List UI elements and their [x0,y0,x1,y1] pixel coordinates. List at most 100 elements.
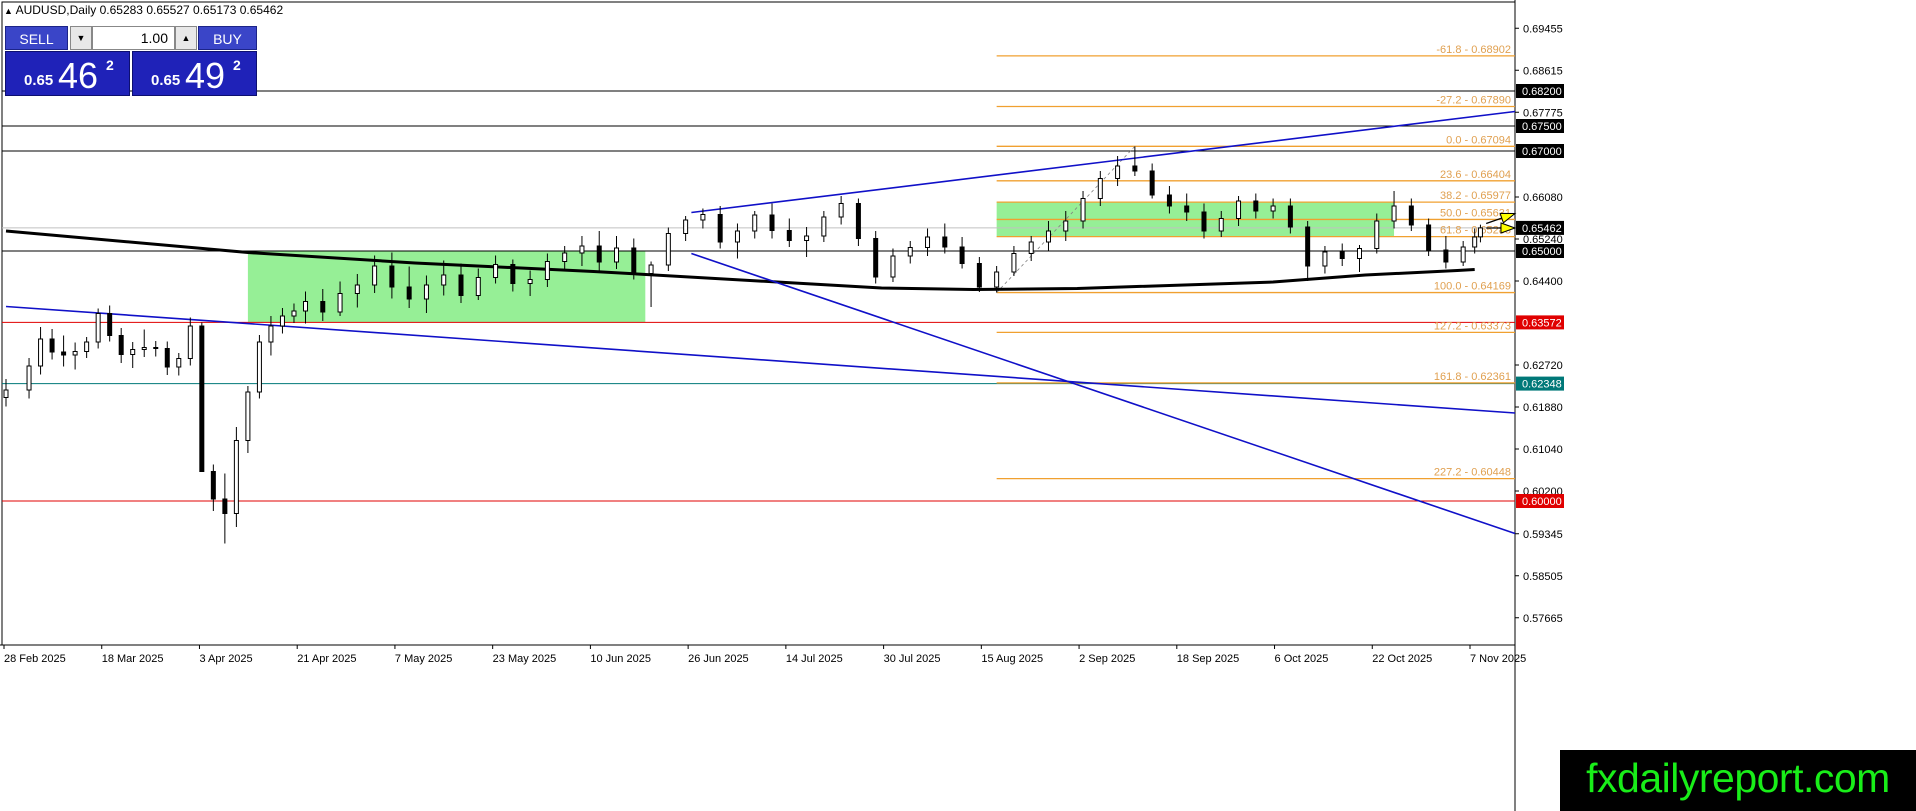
candle-body [72,351,78,356]
fib-level-label: 227.2 - 0.60448 [1434,467,1511,479]
candle-body [1063,220,1069,232]
candle-body [187,325,193,359]
candle-body [683,219,689,234]
candle-body [752,214,758,232]
buy-price-quote[interactable]: 0.65 49 2 [132,51,257,96]
price-badge-label: 0.68200 [1522,86,1562,98]
candle-body [1356,248,1362,259]
candle-body [1045,230,1051,243]
y-tick-label: 0.58505 [1523,571,1563,583]
candle-body [804,235,810,241]
candle-body [527,279,533,284]
x-tick-label: 7 Nov 2025 [1470,653,1526,665]
candle-body [3,389,9,398]
candle-body [354,284,360,294]
x-tick-label: 18 Mar 2025 [102,653,164,665]
x-tick-label: 10 Jun 2025 [590,653,651,665]
candle-body [279,315,285,327]
candle-body [107,313,113,336]
symbol-ohlc-text: AUDUSD,Daily 0.65283 0.65527 0.65173 0.6… [15,3,284,17]
candle-body [389,265,395,288]
candle-body [769,214,775,231]
candle-body [1460,246,1466,263]
candle-body [423,284,429,300]
fib-level-label: 127.2 - 0.63373 [1434,320,1511,332]
candle-body [579,245,585,254]
candle-body [475,277,481,296]
buy-button[interactable]: BUY [198,26,257,50]
candle-body [38,338,44,367]
x-tick-label: 6 Oct 2025 [1275,653,1329,665]
candle-body [199,325,205,472]
y-tick-label: 0.57665 [1523,613,1563,625]
candle-body [458,274,464,296]
sell-price-quote[interactable]: 0.65 46 2 [5,51,130,96]
candle-body [1115,165,1121,179]
price-chart[interactable]: -61.8 - 0.68902 -27.2 - 0.67890 0.0 - 0.67… [0,0,1916,811]
lot-size-input[interactable]: 1.00 [92,26,175,50]
candle-body [1253,200,1259,212]
candle-body [1408,205,1414,226]
candle-body [176,358,182,368]
candle-body [1149,170,1155,196]
candle-body [302,301,308,312]
candle-body [291,310,297,317]
candle-body [1236,200,1242,219]
candle-body [665,233,671,266]
price-badge-label: 0.62348 [1522,379,1562,391]
candle-body [49,338,55,353]
candle-body [1477,227,1483,238]
supply-zone-1 [247,251,646,323]
x-tick-label: 14 Jul 2025 [786,653,843,665]
candle-body [1132,165,1138,172]
fib-level-label: 161.8 - 0.62361 [1434,371,1511,383]
price-badge-label: 0.67500 [1522,121,1562,133]
candle-body [441,274,447,286]
candle-body [1322,251,1328,267]
collapse-triangle-icon[interactable]: ▲ [4,6,13,16]
candle-body [61,351,67,356]
candle-body [994,271,1000,288]
sell-button[interactable]: SELL [5,26,68,50]
x-tick-label: 18 Sep 2025 [1177,653,1239,665]
candle-body [821,216,827,237]
candle-body [1287,205,1293,228]
candle-body [562,252,568,262]
x-tick-label: 28 Feb 2025 [4,653,66,665]
candle-body [1184,205,1190,213]
candle-body [256,341,262,393]
candle-body [1391,205,1397,222]
candle-body [838,203,844,218]
candle-body [544,261,550,280]
lot-increase-icon[interactable]: ▲ [175,26,197,50]
candle-body [337,293,343,313]
candle-body [925,236,931,248]
candle-body [717,214,723,243]
x-tick-label: 26 Jun 2025 [688,653,749,665]
candle-body [164,348,170,368]
x-tick-label: 15 Aug 2025 [981,653,1043,665]
fib-level-label: -27.2 - 0.67890 [1436,95,1511,107]
candle-body [873,238,879,278]
y-tick-label: 0.68615 [1523,65,1563,77]
plot-area [1,1,1516,646]
price-badge-label: 0.65000 [1522,246,1562,258]
candle-body [510,264,516,284]
candle-body [1218,218,1224,232]
candle-body [700,214,706,221]
price-badge-label: 0.67000 [1522,146,1562,158]
x-tick-label: 22 Oct 2025 [1372,653,1432,665]
candle-body [786,230,792,241]
candle-body [320,301,326,313]
candle-body [493,264,499,278]
fib-level-label: 61.8 - 0.65288 [1440,225,1511,237]
candle-body [406,286,412,300]
price-badge-label: 0.65462 [1522,223,1562,235]
candle-body [1097,178,1103,199]
candle-body [1080,198,1086,222]
candle-body [959,246,965,264]
lot-decrease-icon[interactable]: ▼ [70,26,92,50]
sell-price-prefix: 0.65 [24,72,54,89]
candle-body [648,264,654,274]
y-tick-label: 0.59345 [1523,529,1563,541]
